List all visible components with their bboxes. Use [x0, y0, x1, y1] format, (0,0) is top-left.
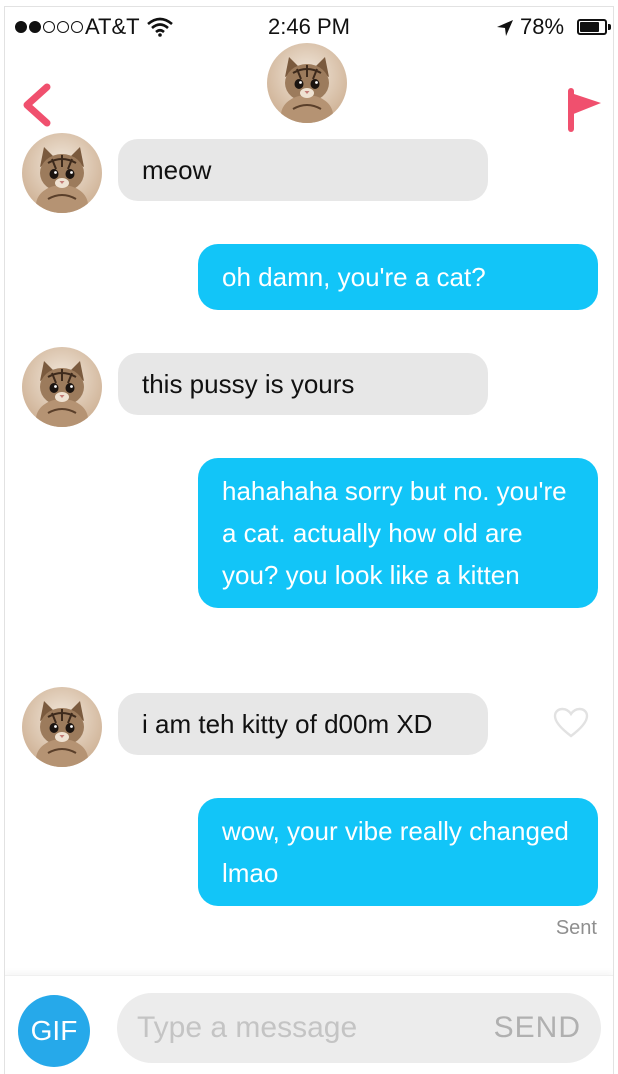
incoming-message: this pussy is yours: [118, 353, 488, 415]
sender-avatar[interactable]: [22, 133, 102, 213]
incoming-message: i am teh kitty of d00m XD: [118, 693, 488, 755]
incoming-message: meow: [118, 139, 488, 201]
location-arrow-icon: [495, 18, 515, 44]
send-button[interactable]: SEND: [494, 993, 581, 1063]
flag-icon[interactable]: [565, 87, 605, 138]
sent-status: Sent: [555, 917, 597, 939]
gif-button[interactable]: GIF: [18, 995, 90, 1067]
message-input[interactable]: [137, 993, 477, 1063]
outgoing-message: wow, your vibe really changed lmao: [198, 798, 598, 906]
message-composer: GIF SEND: [5, 975, 613, 1074]
outgoing-message: hahahaha sorry but no. you're a cat. act…: [198, 458, 598, 608]
sender-avatar[interactable]: [22, 687, 102, 767]
outgoing-message: oh damn, you're a cat?: [198, 244, 598, 310]
battery-icon: [577, 19, 607, 35]
match-avatar[interactable]: [267, 43, 347, 123]
back-chevron-icon[interactable]: [19, 83, 53, 132]
sender-avatar[interactable]: [22, 347, 102, 427]
like-heart-icon[interactable]: [553, 707, 589, 744]
battery-percent: 78%: [520, 14, 565, 39]
message-input-container: SEND: [117, 993, 601, 1063]
status-bar: AT&T 2:46 PM 78%: [5, 7, 613, 47]
chat-screen: AT&T 2:46 PM 78% meow oh damn, you're a …: [4, 6, 614, 1074]
